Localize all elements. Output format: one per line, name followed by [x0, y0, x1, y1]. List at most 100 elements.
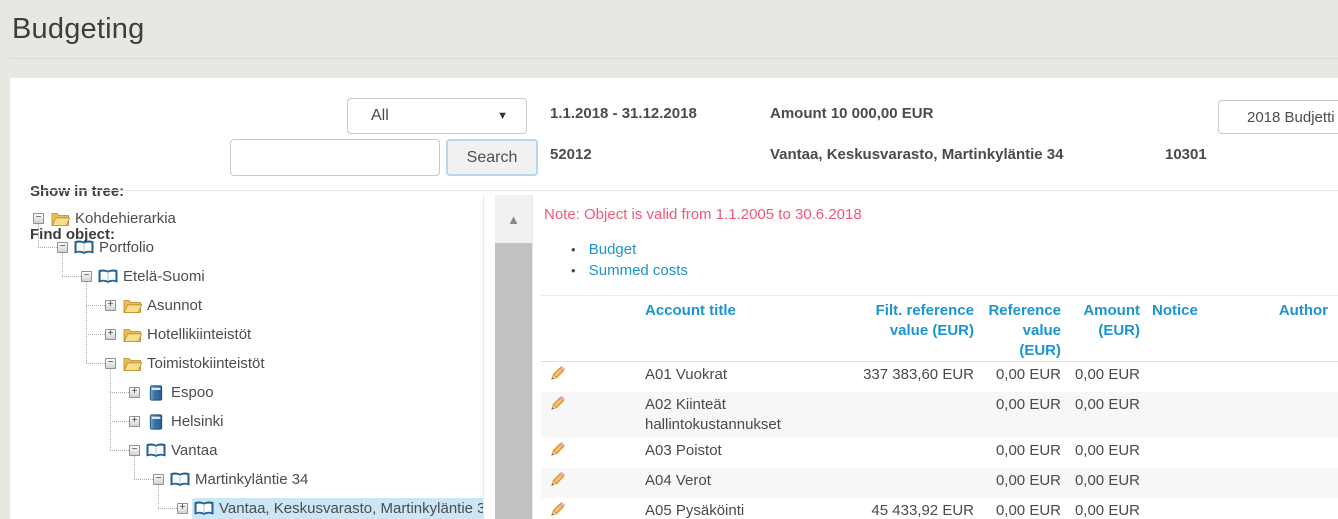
tree-node-selected[interactable]: Vantaa, Keskusvarasto, Martinkyläntie 34 — [192, 498, 484, 519]
tree-node[interactable]: Portfolio — [72, 237, 158, 258]
bullet-icon: • — [571, 242, 576, 257]
collapse-minus-icon[interactable]: − — [129, 445, 140, 456]
account-title-header: Account title — [645, 301, 830, 321]
find-object-input[interactable] — [230, 139, 440, 176]
tree-item[interactable]: + Espoo — [10, 378, 483, 407]
table-row: A05 Pysäköinti45 433,92 EUR0,00 EUR0,00 … — [541, 498, 1338, 519]
scroll-up-arrow-icon[interactable]: ▲ — [495, 195, 532, 243]
tree-item[interactable]: + Vantaa, Keskusvarasto, Martinkyläntie 3… — [10, 494, 483, 519]
list-item: • Summed costs — [571, 260, 1338, 281]
edit-pencil-icon[interactable] — [548, 365, 566, 383]
tree-item[interactable]: + Hotellikiinteistöt — [10, 320, 483, 349]
tree-item[interactable]: + Helsinki — [10, 407, 483, 436]
tree-item[interactable]: − Vantaa — [10, 436, 483, 465]
expand-plus-icon[interactable]: + — [105, 329, 116, 340]
tree-item-label: Toimistokiinteistöt — [147, 355, 265, 372]
tree-connector-line — [110, 369, 111, 450]
budget-link[interactable]: Budget — [589, 241, 637, 258]
tree-connector-line — [86, 305, 105, 306]
expand-plus-icon[interactable]: + — [105, 300, 116, 311]
edit-cell — [541, 471, 645, 495]
tree-connector-line — [158, 508, 177, 509]
open-book-icon — [98, 268, 118, 285]
tree-item[interactable]: − Kohdehierarkia — [10, 204, 483, 233]
collapse-minus-icon[interactable]: − — [57, 242, 68, 253]
tree-item[interactable]: − Portfolio — [10, 233, 483, 262]
collapse-minus-icon[interactable]: − — [33, 213, 44, 224]
tree-scrollbar[interactable]: ▲ — [495, 195, 533, 519]
table-row: A04 Verot0,00 EUR0,00 EUR — [541, 468, 1338, 498]
open-book-icon — [146, 442, 166, 459]
edit-cell — [541, 501, 645, 519]
budget-period: 1.1.2018 - 31.12.2018 — [550, 105, 697, 122]
toolbar-divider — [28, 190, 1338, 191]
tree-node[interactable]: Kohdehierarkia — [48, 208, 180, 229]
object-details-header: 1.1.2018 - 31.12.2018 Amount 10 000,00 E… — [541, 78, 1338, 190]
account-title-cell: A05 Pysäköinti — [645, 501, 830, 519]
collapse-minus-icon[interactable]: − — [105, 358, 116, 369]
budget-version-value: 2018 Budjetti — [1247, 109, 1335, 126]
closed-book-icon — [146, 413, 166, 430]
tree-item-label: Kohdehierarkia — [75, 210, 176, 227]
edit-cell — [541, 395, 645, 419]
tree-node[interactable]: Etelä-Suomi — [96, 266, 209, 287]
tree-connector-line — [62, 276, 81, 277]
open-folder-icon — [50, 210, 70, 227]
edit-pencil-icon[interactable] — [548, 395, 566, 413]
closed-book-icon — [146, 384, 166, 401]
search-button[interactable]: Search — [446, 139, 538, 176]
budgeting-card: Show in tree: All ▼ Find object: Search … — [10, 78, 1338, 519]
tree-item-label: Vantaa — [171, 442, 217, 459]
tree-item[interactable]: − Martinkyläntie 34 — [10, 465, 483, 494]
tree-item[interactable]: −Etelä-Suomi — [10, 262, 483, 291]
tree-item[interactable]: − Toimistokiinteistöt — [10, 349, 483, 378]
tree-node[interactable]: Martinkyläntie 34 — [168, 469, 312, 490]
tree-item[interactable]: + Asunnot — [10, 291, 483, 320]
budget-table: Account title Filt. reference value (EUR… — [541, 295, 1338, 519]
filt-reference-value-cell: 45 433,92 EUR — [830, 501, 974, 519]
table-row: A01 Vuokrat337 383,60 EUR0,00 EUR0,00 EU… — [541, 362, 1338, 392]
tree-filter-select[interactable]: All ▼ — [347, 98, 527, 134]
validity-note: Note: Object is valid from 1.1.2005 to 3… — [541, 206, 1338, 223]
amount-value-cell: 0,00 EUR — [1061, 441, 1140, 461]
reference-value-cell: 0,00 EUR — [974, 365, 1061, 385]
edit-pencil-icon[interactable] — [548, 471, 566, 489]
table-header-row: Account title Filt. reference value (EUR… — [541, 296, 1338, 362]
collapse-minus-icon[interactable]: − — [81, 271, 92, 282]
scrollbar-thumb[interactable] — [495, 243, 532, 519]
tree-item-label: Helsinki — [171, 413, 224, 430]
tree-node[interactable]: Hotellikiinteistöt — [120, 324, 255, 345]
tree-connector-line — [134, 479, 153, 480]
edit-cell — [541, 441, 645, 465]
budget-version-select[interactable]: 2018 Budjetti — [1218, 100, 1338, 134]
reference-value-cell: 0,00 EUR — [974, 441, 1061, 461]
reference-header: Reference value (EUR) — [974, 301, 1061, 361]
tree-node[interactable]: Helsinki — [144, 411, 228, 432]
expand-plus-icon[interactable]: + — [129, 416, 140, 427]
object-code: 10301 — [1165, 146, 1207, 163]
collapse-minus-icon[interactable]: − — [153, 474, 164, 485]
tree-item-label: Hotellikiinteistöt — [147, 326, 251, 343]
tree-node[interactable]: Espoo — [144, 382, 218, 403]
tree-node[interactable]: Asunnot — [120, 295, 206, 316]
expand-plus-icon[interactable]: + — [177, 503, 188, 514]
tree-item-label: Martinkyläntie 34 — [195, 471, 308, 488]
open-book-icon — [74, 239, 94, 256]
tree-node[interactable]: Toimistokiinteistöt — [120, 353, 269, 374]
tree-connector-line — [86, 363, 105, 364]
account-title-cell: A03 Poistot — [645, 441, 830, 461]
open-folder-icon — [122, 355, 142, 372]
edit-pencil-icon[interactable] — [548, 441, 566, 459]
filt-reference-header: Filt. reference value (EUR) — [830, 301, 974, 341]
expand-plus-icon[interactable]: + — [129, 387, 140, 398]
open-folder-icon — [122, 326, 142, 343]
tree-item-label: Portfolio — [99, 239, 154, 256]
edit-pencil-icon[interactable] — [548, 501, 566, 519]
tree-node[interactable]: Vantaa — [144, 440, 221, 461]
summed-costs-link[interactable]: Summed costs — [589, 262, 688, 279]
reference-value-cell: 0,00 EUR — [974, 395, 1061, 415]
amount-label: Amount — [770, 105, 827, 122]
open-folder-icon — [122, 297, 142, 314]
table-row: A03 Poistot 0,00 EUR0,00 EUR — [541, 438, 1338, 468]
tree-connector-line — [134, 456, 135, 479]
